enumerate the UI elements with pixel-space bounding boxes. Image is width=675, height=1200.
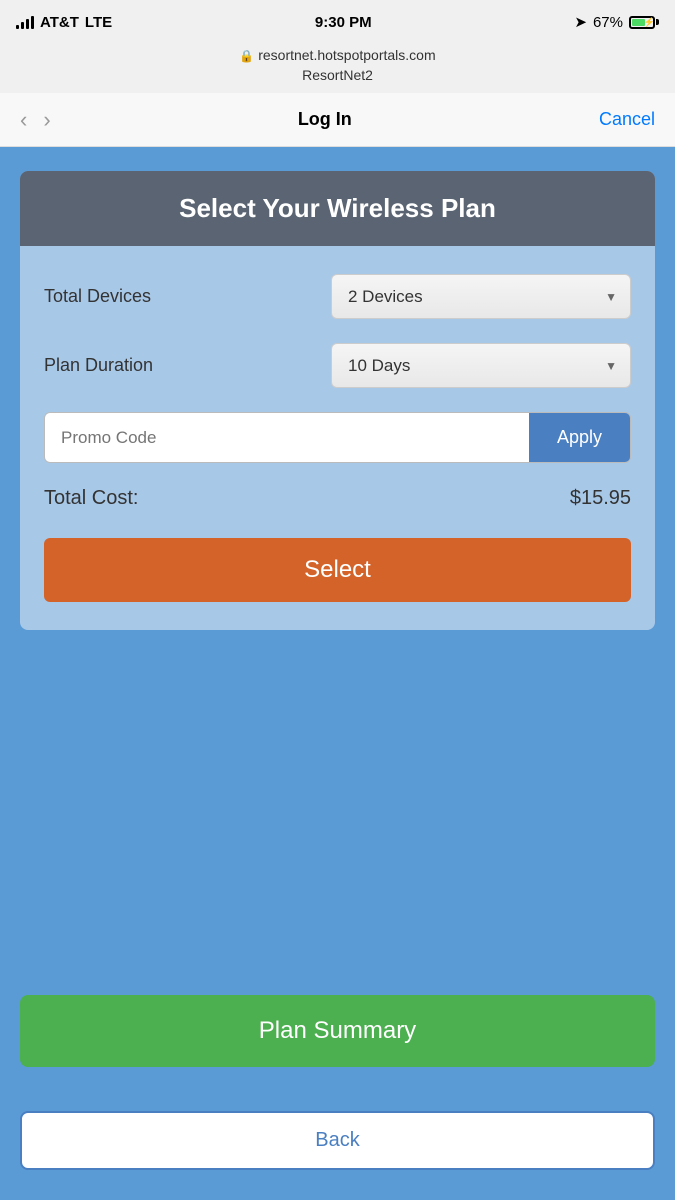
lock-icon: 🔒 xyxy=(239,49,254,63)
signal-bars-icon xyxy=(16,15,34,29)
plan-duration-select[interactable]: 1 Day 3 Days 5 Days 7 Days 10 Days 14 Da… xyxy=(331,343,631,388)
card-header-title: Select Your Wireless Plan xyxy=(179,193,496,223)
total-devices-select[interactable]: 1 Device 2 Devices 3 Devices 4 Devices xyxy=(331,274,631,319)
main-content: Select Your Wireless Plan Total Devices … xyxy=(0,147,675,995)
total-cost-value: $15.95 xyxy=(570,487,631,510)
status-bar: AT&T LTE 9:30 PM ➤ 67% ⚡ xyxy=(0,0,675,42)
location-icon: ➤ xyxy=(574,13,587,31)
card-body: Total Devices 1 Device 2 Devices 3 Devic… xyxy=(20,246,655,630)
total-devices-row: Total Devices 1 Device 2 Devices 3 Devic… xyxy=(44,274,631,319)
forward-arrow-button[interactable]: › xyxy=(43,107,50,133)
status-left: AT&T LTE xyxy=(16,14,112,31)
bottom-section: Plan Summary Back xyxy=(0,995,675,1200)
battery-percent: 67% xyxy=(593,14,623,31)
total-cost-label: Total Cost: xyxy=(44,487,138,510)
network-label: LTE xyxy=(85,14,112,31)
nav-bar: ‹ › Log In Cancel xyxy=(0,93,675,147)
apply-button[interactable]: Apply xyxy=(529,413,630,462)
plan-duration-label: Plan Duration xyxy=(44,355,153,376)
plan-card: Select Your Wireless Plan Total Devices … xyxy=(20,171,655,630)
carrier-label: AT&T xyxy=(40,14,79,31)
battery-icon: ⚡ xyxy=(629,16,659,29)
back-arrow-button[interactable]: ‹ xyxy=(20,107,27,133)
promo-code-input[interactable] xyxy=(45,413,529,462)
plan-duration-select-wrapper: 1 Day 3 Days 5 Days 7 Days 10 Days 14 Da… xyxy=(331,343,631,388)
nav-arrows: ‹ › xyxy=(20,107,51,133)
url-bar: 🔒 resortnet.hotspotportals.com ResortNet… xyxy=(0,42,675,93)
status-right: ➤ 67% ⚡ xyxy=(574,13,659,31)
page-title: Log In xyxy=(298,109,352,130)
total-devices-select-wrapper: 1 Device 2 Devices 3 Devices 4 Devices ▼ xyxy=(331,274,631,319)
total-cost-row: Total Cost: $15.95 xyxy=(44,487,631,510)
cancel-button[interactable]: Cancel xyxy=(599,109,655,130)
url-text: resortnet.hotspotportals.com xyxy=(258,47,435,63)
url-subtitle: ResortNet2 xyxy=(16,66,659,86)
plan-duration-row: Plan Duration 1 Day 3 Days 5 Days 7 Days… xyxy=(44,343,631,388)
charging-icon: ⚡ xyxy=(644,17,655,28)
back-button[interactable]: Back xyxy=(20,1111,655,1170)
status-time: 9:30 PM xyxy=(315,14,372,31)
total-devices-label: Total Devices xyxy=(44,286,151,307)
promo-code-row: Apply xyxy=(44,412,631,463)
select-plan-button[interactable]: Select xyxy=(44,538,631,602)
plan-summary-button[interactable]: Plan Summary xyxy=(20,995,655,1067)
card-header: Select Your Wireless Plan xyxy=(20,171,655,246)
